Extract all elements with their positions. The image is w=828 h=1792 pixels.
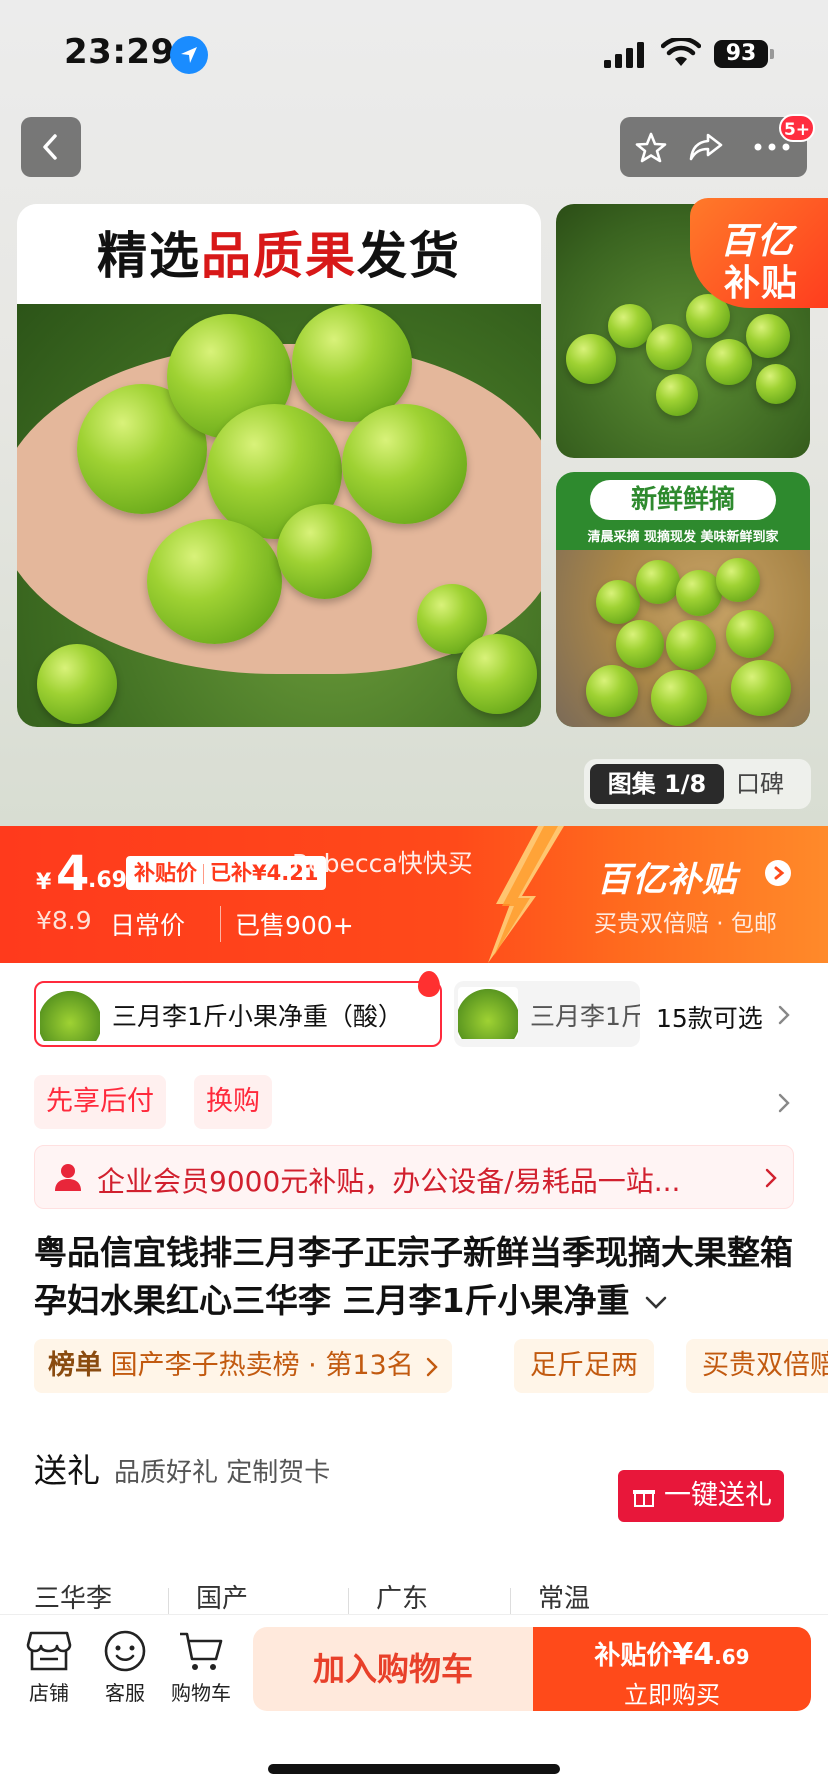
gift-section: 送礼 品质好礼 定制贺卡 一键送礼 <box>0 1414 828 1550</box>
price-decimal: .69 <box>88 868 127 893</box>
variant-option-selected[interactable]: 三月李1斤小果净重（酸） <box>34 981 442 1047</box>
fresh-picked-pill: 新鲜鲜摘 <box>590 480 776 520</box>
fire-hot-icon <box>418 971 440 997</box>
battery-indicator: 93 <box>714 40 768 68</box>
price-currency: ¥ <box>36 870 52 895</box>
wifi-icon <box>661 38 701 66</box>
share-icon[interactable] <box>688 131 724 163</box>
subsidy-brand-label[interactable]: 百亿补贴 <box>597 852 737 901</box>
attribute-origin: 国产 <box>196 1584 249 1614</box>
status-bar: 23:29 93 <box>0 30 828 80</box>
nav-customer-service[interactable]: 客服 <box>90 1629 160 1706</box>
ranking-badge[interactable]: 榜单 国产李子热卖榜 · 第13名 <box>34 1339 453 1393</box>
main-product-image[interactable]: 精选品质果发货 <box>17 204 541 727</box>
pay-later-tag[interactable]: 先享后付 <box>34 1075 166 1129</box>
gallery-tab-images[interactable]: 图集 1/8 <box>590 764 724 804</box>
nav-cart[interactable]: 购物车 <box>166 1629 236 1706</box>
price-integer: 4 <box>56 846 90 902</box>
customer-service-icon <box>104 1630 146 1672</box>
nav-store[interactable]: 店铺 <box>14 1629 84 1706</box>
product-gallery[interactable]: 23:29 93 5+ 精选品质果发货 百亿 补贴 新鲜鲜摘 清晨采摘 现摘现发… <box>0 0 828 826</box>
gift-title: 送礼 <box>34 1451 100 1490</box>
back-button[interactable] <box>21 117 81 177</box>
chevron-right-icon[interactable] <box>778 1093 790 1113</box>
trade-in-tag[interactable]: 换购 <box>194 1075 272 1129</box>
star-favorite-icon[interactable] <box>634 131 668 165</box>
notification-badge: 5+ <box>779 114 815 142</box>
product-title: 粤品信宜钱排三月李子正宗子新鲜当季现摘大果整箱孕妇水果红心三华李 三月李1斤小果… <box>34 1233 793 1320</box>
variant-count-link[interactable]: 15款可选 <box>656 999 763 1035</box>
lightning-bolt-icon <box>488 826 564 963</box>
price-banner: ¥ 4 .69 补贴价 已补¥4.21 Rebecca快快买 ¥8.9 日常价 已… <box>0 826 828 963</box>
subsidy-brand-subtitle: 买贵双倍赔 · 包邮 <box>594 911 777 937</box>
attribute-variety: 三华李 <box>34 1584 113 1614</box>
battery-tip <box>770 49 774 59</box>
store-icon <box>26 1631 72 1671</box>
buy-now-button[interactable]: 补贴价¥4.69 立即购买 <box>533 1627 811 1711</box>
status-time: 23:29 <box>64 32 175 72</box>
add-to-cart-button[interactable]: 加入购物车 <box>253 1627 533 1711</box>
chevron-left-icon <box>43 134 57 160</box>
plums-in-hand-photo <box>17 304 541 727</box>
attribute-province: 广东 <box>376 1584 429 1614</box>
attribute-storage: 常温 <box>538 1584 591 1614</box>
chevron-right-icon[interactable] <box>778 1005 790 1025</box>
enterprise-member-banner[interactable]: 企业会员9000元补贴，办公设备/易耗品一站... <box>34 1145 794 1209</box>
gift-icon <box>633 1490 655 1507</box>
send-gift-button[interactable]: 一键送礼 <box>618 1470 784 1522</box>
variant-option[interactable]: 三月李1斤 <box>454 981 640 1047</box>
more-icon[interactable] <box>754 143 790 151</box>
full-weight-tag: 足斤足两 <box>514 1339 654 1393</box>
home-indicator[interactable] <box>268 1764 560 1774</box>
chevron-right-icon <box>427 1357 438 1376</box>
product-details: 三月李1斤小果净重（酸） 三月李1斤 15款可选 先享后付 换购 企业会员900… <box>0 963 828 1430</box>
variant-thumbnail <box>40 989 100 1041</box>
sold-count: 已售900+ <box>220 906 354 942</box>
chevron-down-icon[interactable] <box>645 1296 667 1310</box>
subsidy-corner-badge: 百亿 补贴 <box>690 198 828 308</box>
fresh-picked-subtitle: 清晨采摘 现摘现发 美味新鲜到家 <box>587 530 779 545</box>
price-guarantee-tag: 买贵双倍赔 <box>686 1339 828 1393</box>
cellular-signal-icon <box>604 42 644 68</box>
location-arrow-icon <box>170 36 208 74</box>
chevron-right-circle-icon[interactable] <box>765 860 791 886</box>
fresh-picked-thumbnail[interactable]: 新鲜鲜摘 清晨采摘 现摘现发 美味新鲜到家 <box>556 472 810 727</box>
original-price: ¥8.9 <box>36 906 92 935</box>
person-icon <box>55 1164 81 1191</box>
watermark-text: Rebecca快快买 <box>292 849 473 878</box>
gallery-tab-reviews[interactable]: 口碑 <box>736 764 784 804</box>
variant-thumbnail <box>458 987 518 1039</box>
daily-price-label: 日常价 <box>110 911 186 940</box>
image-headline: 精选品质果发货 <box>17 204 541 304</box>
attribute-strip: 三华李 国产 广东 常温 <box>0 1550 828 1620</box>
chevron-right-icon <box>765 1168 777 1188</box>
gallery-counter: 图集 1/8 口碑 <box>584 759 811 809</box>
shopping-cart-icon <box>180 1632 223 1670</box>
gift-subtitle: 品质好礼 定制贺卡 <box>114 1458 331 1488</box>
